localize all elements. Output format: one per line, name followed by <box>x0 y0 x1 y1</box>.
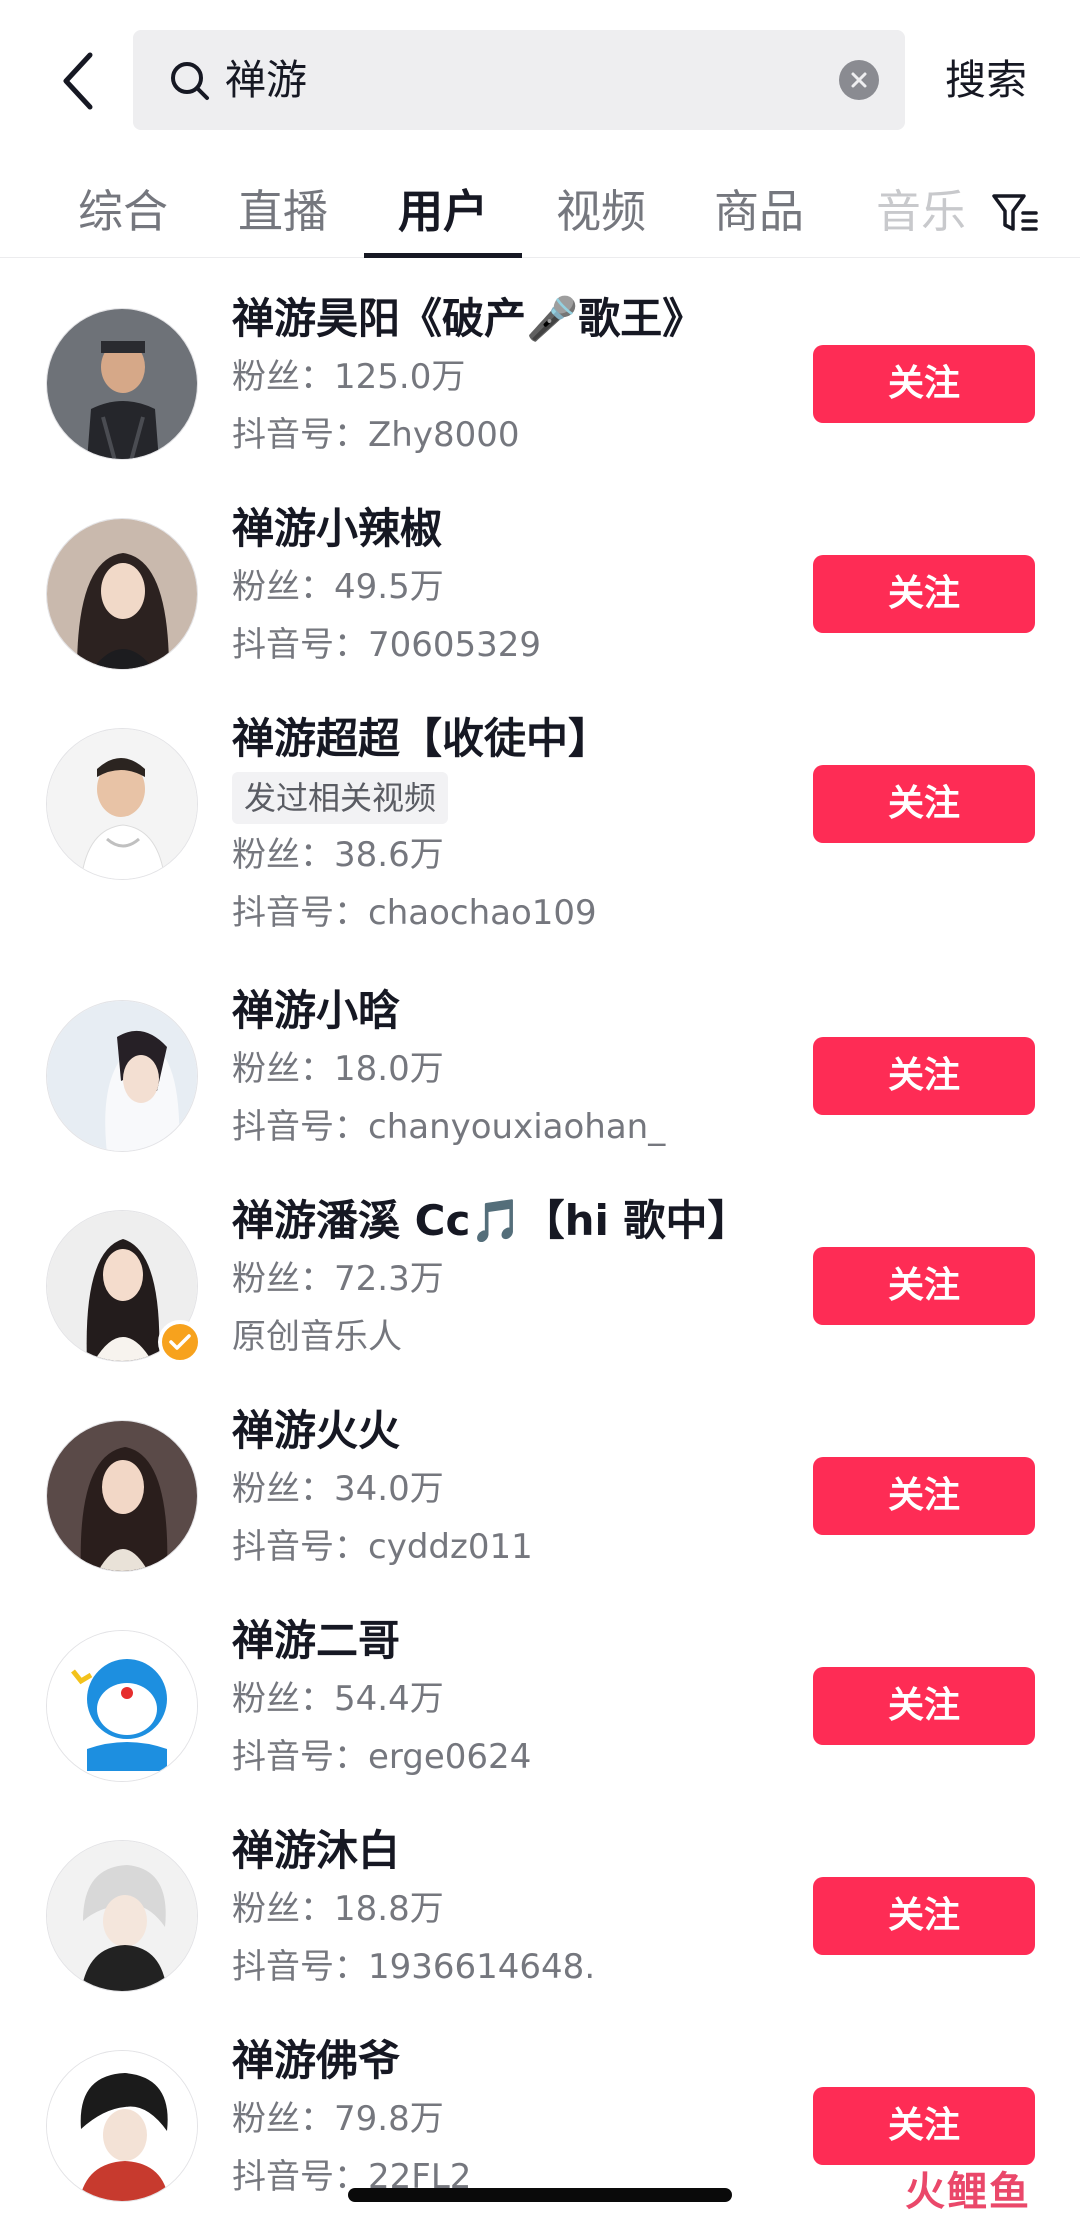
user-name: 禅游潘溪 Cc🎵【hi 歌中】 <box>232 1196 750 1245</box>
avatar[interactable] <box>46 1630 198 1782</box>
account-id: 抖音号：cyddz011 <box>232 1527 533 1567</box>
avatar-image <box>47 1001 197 1151</box>
fans-count: 粉丝：18.8万 <box>232 1889 444 1929</box>
account-id: 抖音号：70605329 <box>232 625 542 665</box>
tab-products[interactable]: 商品 <box>680 170 838 256</box>
related-video-tag: 发过相关视频 <box>232 772 449 824</box>
avatar[interactable] <box>46 518 198 670</box>
fans-count: 粉丝：18.0万 <box>232 1049 444 1089</box>
user-name: 禅游小晗 <box>232 986 401 1035</box>
avatar-image <box>47 2051 197 2201</box>
fans-count: 粉丝：49.5万 <box>232 567 444 607</box>
fans-count: 粉丝：79.8万 <box>232 2099 444 2139</box>
user-row[interactable]: 禅游沐白 粉丝：18.8万 抖音号：1936614648. 关注 <box>0 1822 1080 2012</box>
avatar[interactable] <box>46 1840 198 1992</box>
follow-button[interactable]: 关注 <box>813 1037 1035 1115</box>
avatar[interactable] <box>46 2050 198 2202</box>
user-list: 禅游昊阳《破产🎤歌王》 粉丝：125.0万 抖音号：Zhy8000 关注 禅游小… <box>0 0 1080 2223</box>
follow-button[interactable]: 关注 <box>813 1247 1035 1325</box>
fans-count: 粉丝：54.4万 <box>232 1679 444 1719</box>
user-row[interactable]: 禅游潘溪 Cc🎵【hi 歌中】 粉丝：72.3万 原创音乐人 关注 <box>0 1192 1080 1382</box>
account-id: 抖音号：chaochao109 <box>232 893 597 933</box>
avatar[interactable] <box>46 728 198 880</box>
search-input[interactable]: 禅游 <box>133 30 905 130</box>
avatar-image <box>47 729 197 879</box>
back-arrow-icon <box>63 52 93 110</box>
user-name: 禅游小辣椒 <box>232 504 443 553</box>
user-row[interactable]: 禅游小辣椒 粉丝：49.5万 抖音号：70605329 关注 <box>0 500 1080 690</box>
follow-button[interactable]: 关注 <box>813 555 1035 633</box>
account-id: 抖音号：Zhy8000 <box>232 415 520 455</box>
tab-live[interactable]: 直播 <box>204 170 362 256</box>
avatar-image <box>47 1421 197 1571</box>
user-name: 禅游佛爷 <box>232 2036 401 2085</box>
filter-button[interactable] <box>985 178 1045 248</box>
user-row[interactable]: 禅游小晗 粉丝：18.0万 抖音号：chanyouxiaohan_ 关注 <box>0 982 1080 1172</box>
user-role: 原创音乐人 <box>232 1317 402 1357</box>
verified-icon <box>158 1320 202 1364</box>
follow-button[interactable]: 关注 <box>813 1457 1035 1535</box>
user-row[interactable]: 禅游火火 粉丝：34.0万 抖音号：cyddz011 关注 <box>0 1402 1080 1592</box>
user-name: 禅游火火 <box>232 1406 401 1455</box>
fans-count: 粉丝：72.3万 <box>232 1259 444 1299</box>
follow-button[interactable]: 关注 <box>813 1667 1035 1745</box>
search-icon <box>171 62 209 100</box>
fans-count: 粉丝：125.0万 <box>232 357 466 397</box>
search-submit-button[interactable]: 搜索 <box>945 50 1027 110</box>
fans-count: 粉丝：38.6万 <box>232 835 444 875</box>
follow-button[interactable]: 关注 <box>813 765 1035 843</box>
account-id: 抖音号：chanyouxiaohan_ <box>232 1107 666 1147</box>
avatar[interactable] <box>46 308 198 460</box>
avatar-image <box>47 519 197 669</box>
back-button[interactable] <box>48 46 108 116</box>
avatar-image <box>47 1631 197 1781</box>
avatar[interactable] <box>46 1420 198 1572</box>
search-query-text: 禅游 <box>225 56 307 104</box>
clear-icon <box>851 72 867 88</box>
avatar-image <box>47 1841 197 1991</box>
user-row[interactable]: 禅游二哥 粉丝：54.4万 抖音号：erge0624 关注 <box>0 1612 1080 1802</box>
clear-button[interactable] <box>839 60 879 100</box>
user-row[interactable]: 禅游超超【收徒中】 发过相关视频 粉丝：38.6万 抖音号：chaochao10… <box>0 710 1080 960</box>
tab-music[interactable]: 音乐 <box>876 170 966 256</box>
account-id: 抖音号：1936614648. <box>232 1947 596 1987</box>
user-name: 禅游沐白 <box>232 1826 401 1875</box>
filter-icon <box>992 194 1038 231</box>
search-header: 禅游 搜索 <box>0 0 1080 160</box>
user-row[interactable]: 禅游昊阳《破产🎤歌王》 粉丝：125.0万 抖音号：Zhy8000 关注 <box>0 290 1080 480</box>
user-name: 禅游超超【收徒中】 <box>232 714 611 763</box>
tab-users[interactable]: 用户 <box>364 170 522 258</box>
tab-comprehensive[interactable]: 综合 <box>44 170 202 256</box>
home-indicator[interactable] <box>348 2188 732 2202</box>
follow-button[interactable]: 关注 <box>813 345 1035 423</box>
account-id: 抖音号：erge0624 <box>232 1737 532 1777</box>
fans-count: 粉丝：34.0万 <box>232 1469 444 1509</box>
follow-button[interactable]: 关注 <box>813 2087 1035 2165</box>
tab-bar: 综合 直播 用户 视频 商品 音乐 <box>0 160 1080 258</box>
user-name: 禅游昊阳《破产🎤歌王》 <box>232 294 705 343</box>
user-name: 禅游二哥 <box>232 1616 401 1665</box>
avatar-image <box>47 309 197 459</box>
tab-videos[interactable]: 视频 <box>522 170 680 256</box>
watermark-logo: 火鲤鱼 <box>905 2169 1031 2215</box>
avatar[interactable] <box>46 1000 198 1152</box>
follow-button[interactable]: 关注 <box>813 1877 1035 1955</box>
